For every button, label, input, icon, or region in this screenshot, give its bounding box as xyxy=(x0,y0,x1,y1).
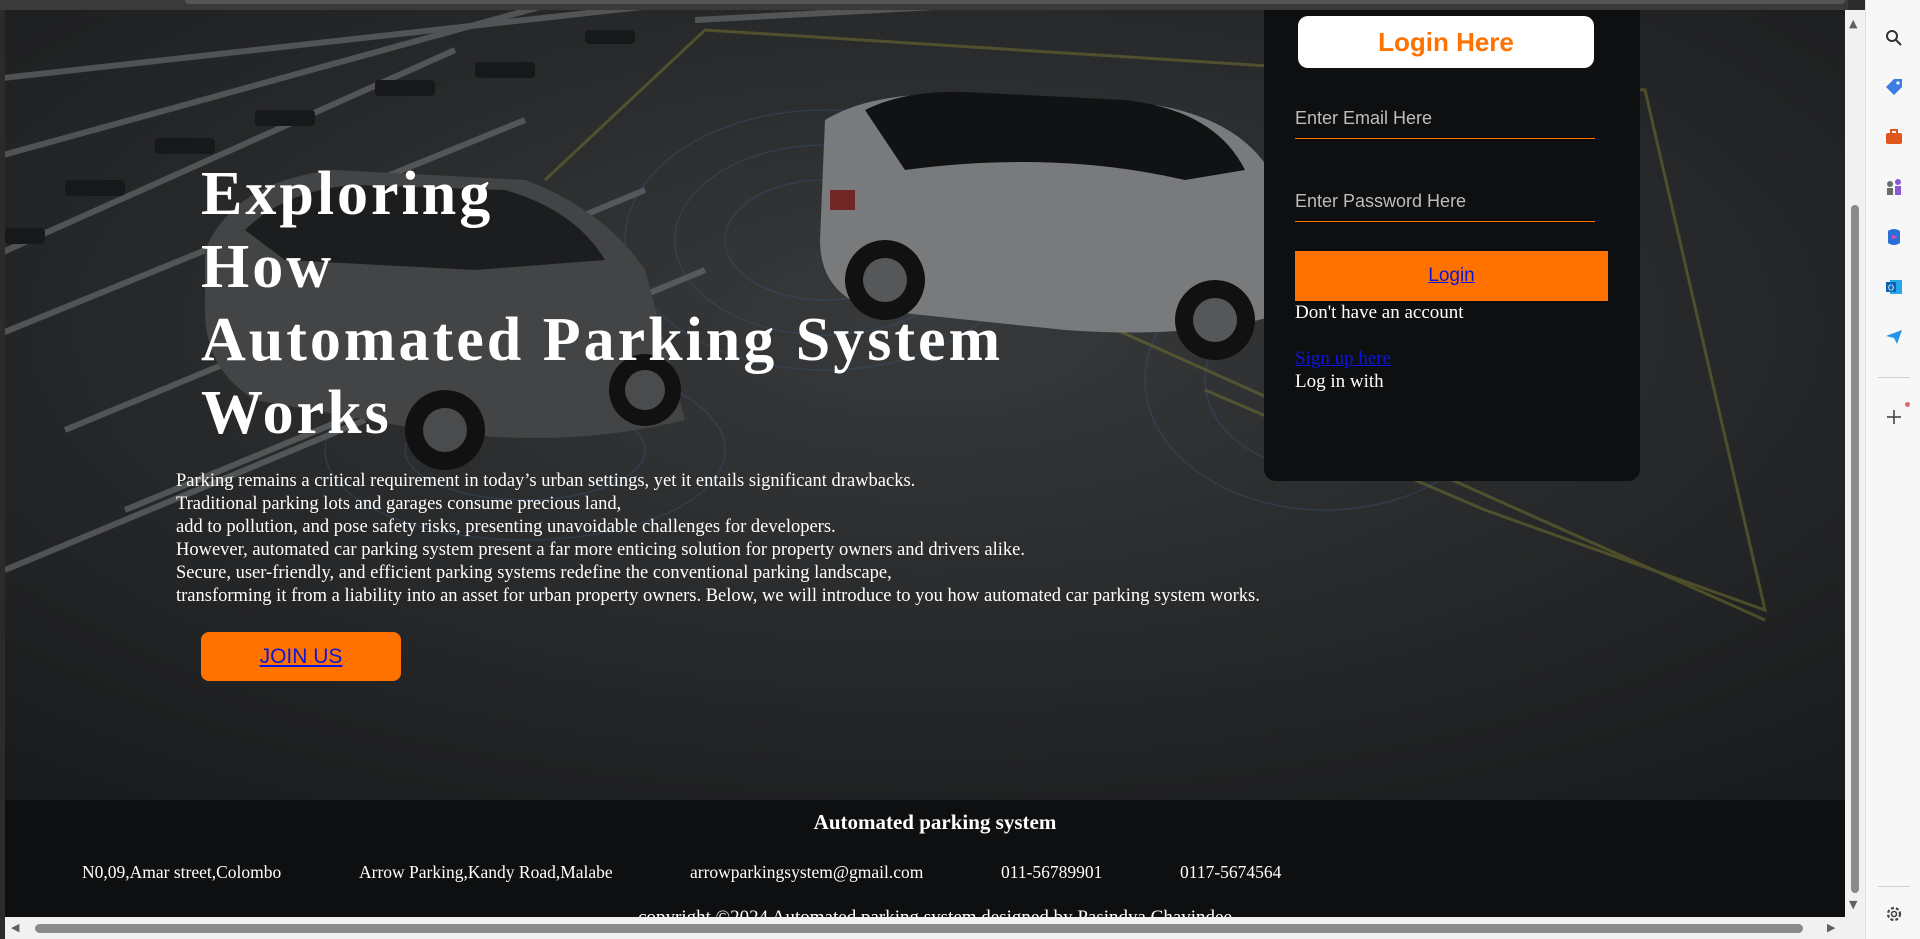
browser-top-strip xyxy=(0,0,1848,10)
footer-title: Automated parking system xyxy=(813,810,1057,834)
sidebar-divider xyxy=(1878,377,1910,378)
notification-dot xyxy=(1905,402,1910,407)
description-line: add to pollution, and pose safety risks,… xyxy=(176,517,836,537)
scrollbar-corner xyxy=(1845,917,1865,939)
join-us-button[interactable]: JOIN US xyxy=(201,632,401,681)
headline-line: Works xyxy=(201,379,392,447)
svg-text:O: O xyxy=(1888,284,1894,293)
hero-section: Exploring How Automated Parking System W… xyxy=(5,10,1845,800)
hero-headline: Exploring How Automated Parking System W… xyxy=(201,158,1003,450)
toolbox-icon[interactable] xyxy=(1882,125,1906,149)
description-line: Secure, user-friendly, and efficient par… xyxy=(176,563,892,583)
footer-email: arrowparkingsystem@gmail.com xyxy=(690,862,924,882)
description-line: However, automated car parking system pr… xyxy=(176,540,1025,560)
hero-description: Parking remains a critical requirement i… xyxy=(176,470,1260,608)
footer: Automated parking system N0,09,Amar stre… xyxy=(5,800,1845,917)
sidebar-divider xyxy=(1878,886,1910,887)
signup-link[interactable]: Sign up here xyxy=(1295,348,1391,370)
page-viewport: Exploring How Automated Parking System W… xyxy=(5,10,1845,917)
headline-line: Exploring xyxy=(201,160,494,228)
horizontal-scrollbar[interactable]: ◀ ▶ xyxy=(5,917,1845,939)
email-input[interactable] xyxy=(1295,98,1595,139)
description-line: Traditional parking lots and garages con… xyxy=(176,494,622,514)
search-icon[interactable] xyxy=(1882,26,1906,50)
login-button[interactable]: Login xyxy=(1295,251,1608,301)
description-line: transforming it from a liability into an… xyxy=(176,586,1260,606)
outlook-icon[interactable]: O xyxy=(1882,275,1906,299)
description-line: Parking remains a critical requirement i… xyxy=(176,471,916,491)
footer-address: N0,09,Amar street,Colombo xyxy=(82,862,282,882)
send-icon[interactable] xyxy=(1882,325,1906,349)
horizontal-scroll-thumb[interactable] xyxy=(35,924,1803,933)
scroll-left-arrow-icon[interactable]: ◀ xyxy=(11,922,19,934)
headline-line: How xyxy=(201,233,334,301)
scroll-up-arrow-icon[interactable]: ▲ xyxy=(1849,18,1857,30)
scroll-down-arrow-icon[interactable]: ▼ xyxy=(1849,899,1857,911)
footer-copyright: copyright ©2024 Automated parking system… xyxy=(5,907,1845,917)
vertical-scrollbar[interactable]: ▲ ▼ xyxy=(1845,10,1865,917)
login-with-text: Log in with xyxy=(1295,371,1384,392)
no-account-text: Don't have an account xyxy=(1295,302,1464,323)
login-card: Login Here Login Don't have an account S… xyxy=(1264,10,1640,481)
login-title: Login Here xyxy=(1298,16,1594,68)
footer-address: Arrow Parking,Kandy Road,Malabe xyxy=(359,862,613,882)
copilot-icon[interactable] xyxy=(1882,225,1906,249)
footer-phone: 0117-5674564 xyxy=(1180,862,1282,882)
settings-icon[interactable] xyxy=(1882,902,1906,926)
scroll-right-arrow-icon[interactable]: ▶ xyxy=(1827,922,1835,934)
headline-line: Automated Parking System xyxy=(201,306,1004,374)
chess-icon[interactable] xyxy=(1882,175,1906,199)
tag-icon[interactable] xyxy=(1882,75,1906,99)
vertical-scroll-thumb[interactable] xyxy=(1851,205,1859,893)
browser-tab-edge xyxy=(185,0,1845,4)
footer-phone: 011-56789901 xyxy=(1001,862,1103,882)
browser-sidebar: O xyxy=(1865,0,1920,939)
add-icon[interactable] xyxy=(1882,405,1906,429)
password-input[interactable] xyxy=(1295,181,1595,222)
